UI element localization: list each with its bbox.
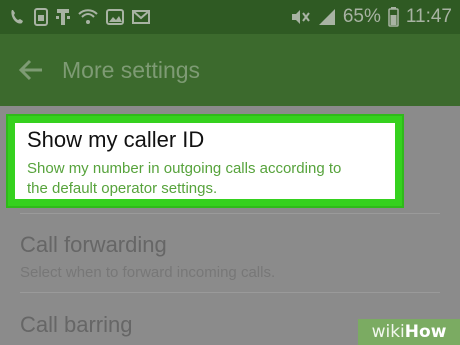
setting-title: Call barring <box>20 312 133 337</box>
page-title: More settings <box>62 57 201 83</box>
notification-icons <box>8 8 150 26</box>
watermark-text: wikiHow <box>372 322 447 342</box>
setting-call-forwarding[interactable]: Call forwarding Select when to forward i… <box>0 224 460 294</box>
t-mobile-icon <box>56 8 70 26</box>
watermark-wiki: wiki <box>371 322 405 342</box>
email-icon <box>132 10 150 24</box>
wifi-calling-icon <box>8 8 26 26</box>
subtitle-line: Show my number in outgoing calls accordi… <box>27 160 342 177</box>
setting-show-caller-id[interactable]: Show my caller ID Show my number in outg… <box>8 116 402 206</box>
clock: 11:47 <box>405 6 452 27</box>
divider <box>20 292 440 293</box>
setting-title: Show my caller ID <box>27 127 205 152</box>
battery-icon <box>388 7 399 27</box>
mute-icon <box>289 8 311 26</box>
setting-title: Call forwarding <box>20 232 167 257</box>
watermark-how: How <box>404 322 447 342</box>
app-bar: More settings <box>0 34 460 106</box>
setting-subtitle: Show my number in outgoing calls accordi… <box>27 159 407 199</box>
arrow-left-icon[interactable] <box>18 58 44 82</box>
subtitle-line: the default operator settings. <box>27 180 218 197</box>
battery-percent: 65% <box>342 6 381 27</box>
signal-icon <box>318 8 336 26</box>
system-icons: 65% 11:47 <box>289 6 452 28</box>
wifi-icon <box>78 8 98 26</box>
wikihow-watermark: wikiHow <box>358 319 460 345</box>
image-icon <box>106 9 124 25</box>
divider <box>20 213 440 214</box>
sim-icon <box>34 8 48 26</box>
setting-subtitle: Select when to forward incoming calls. <box>20 264 276 281</box>
status-bar: 65% 11:47 <box>0 0 460 34</box>
